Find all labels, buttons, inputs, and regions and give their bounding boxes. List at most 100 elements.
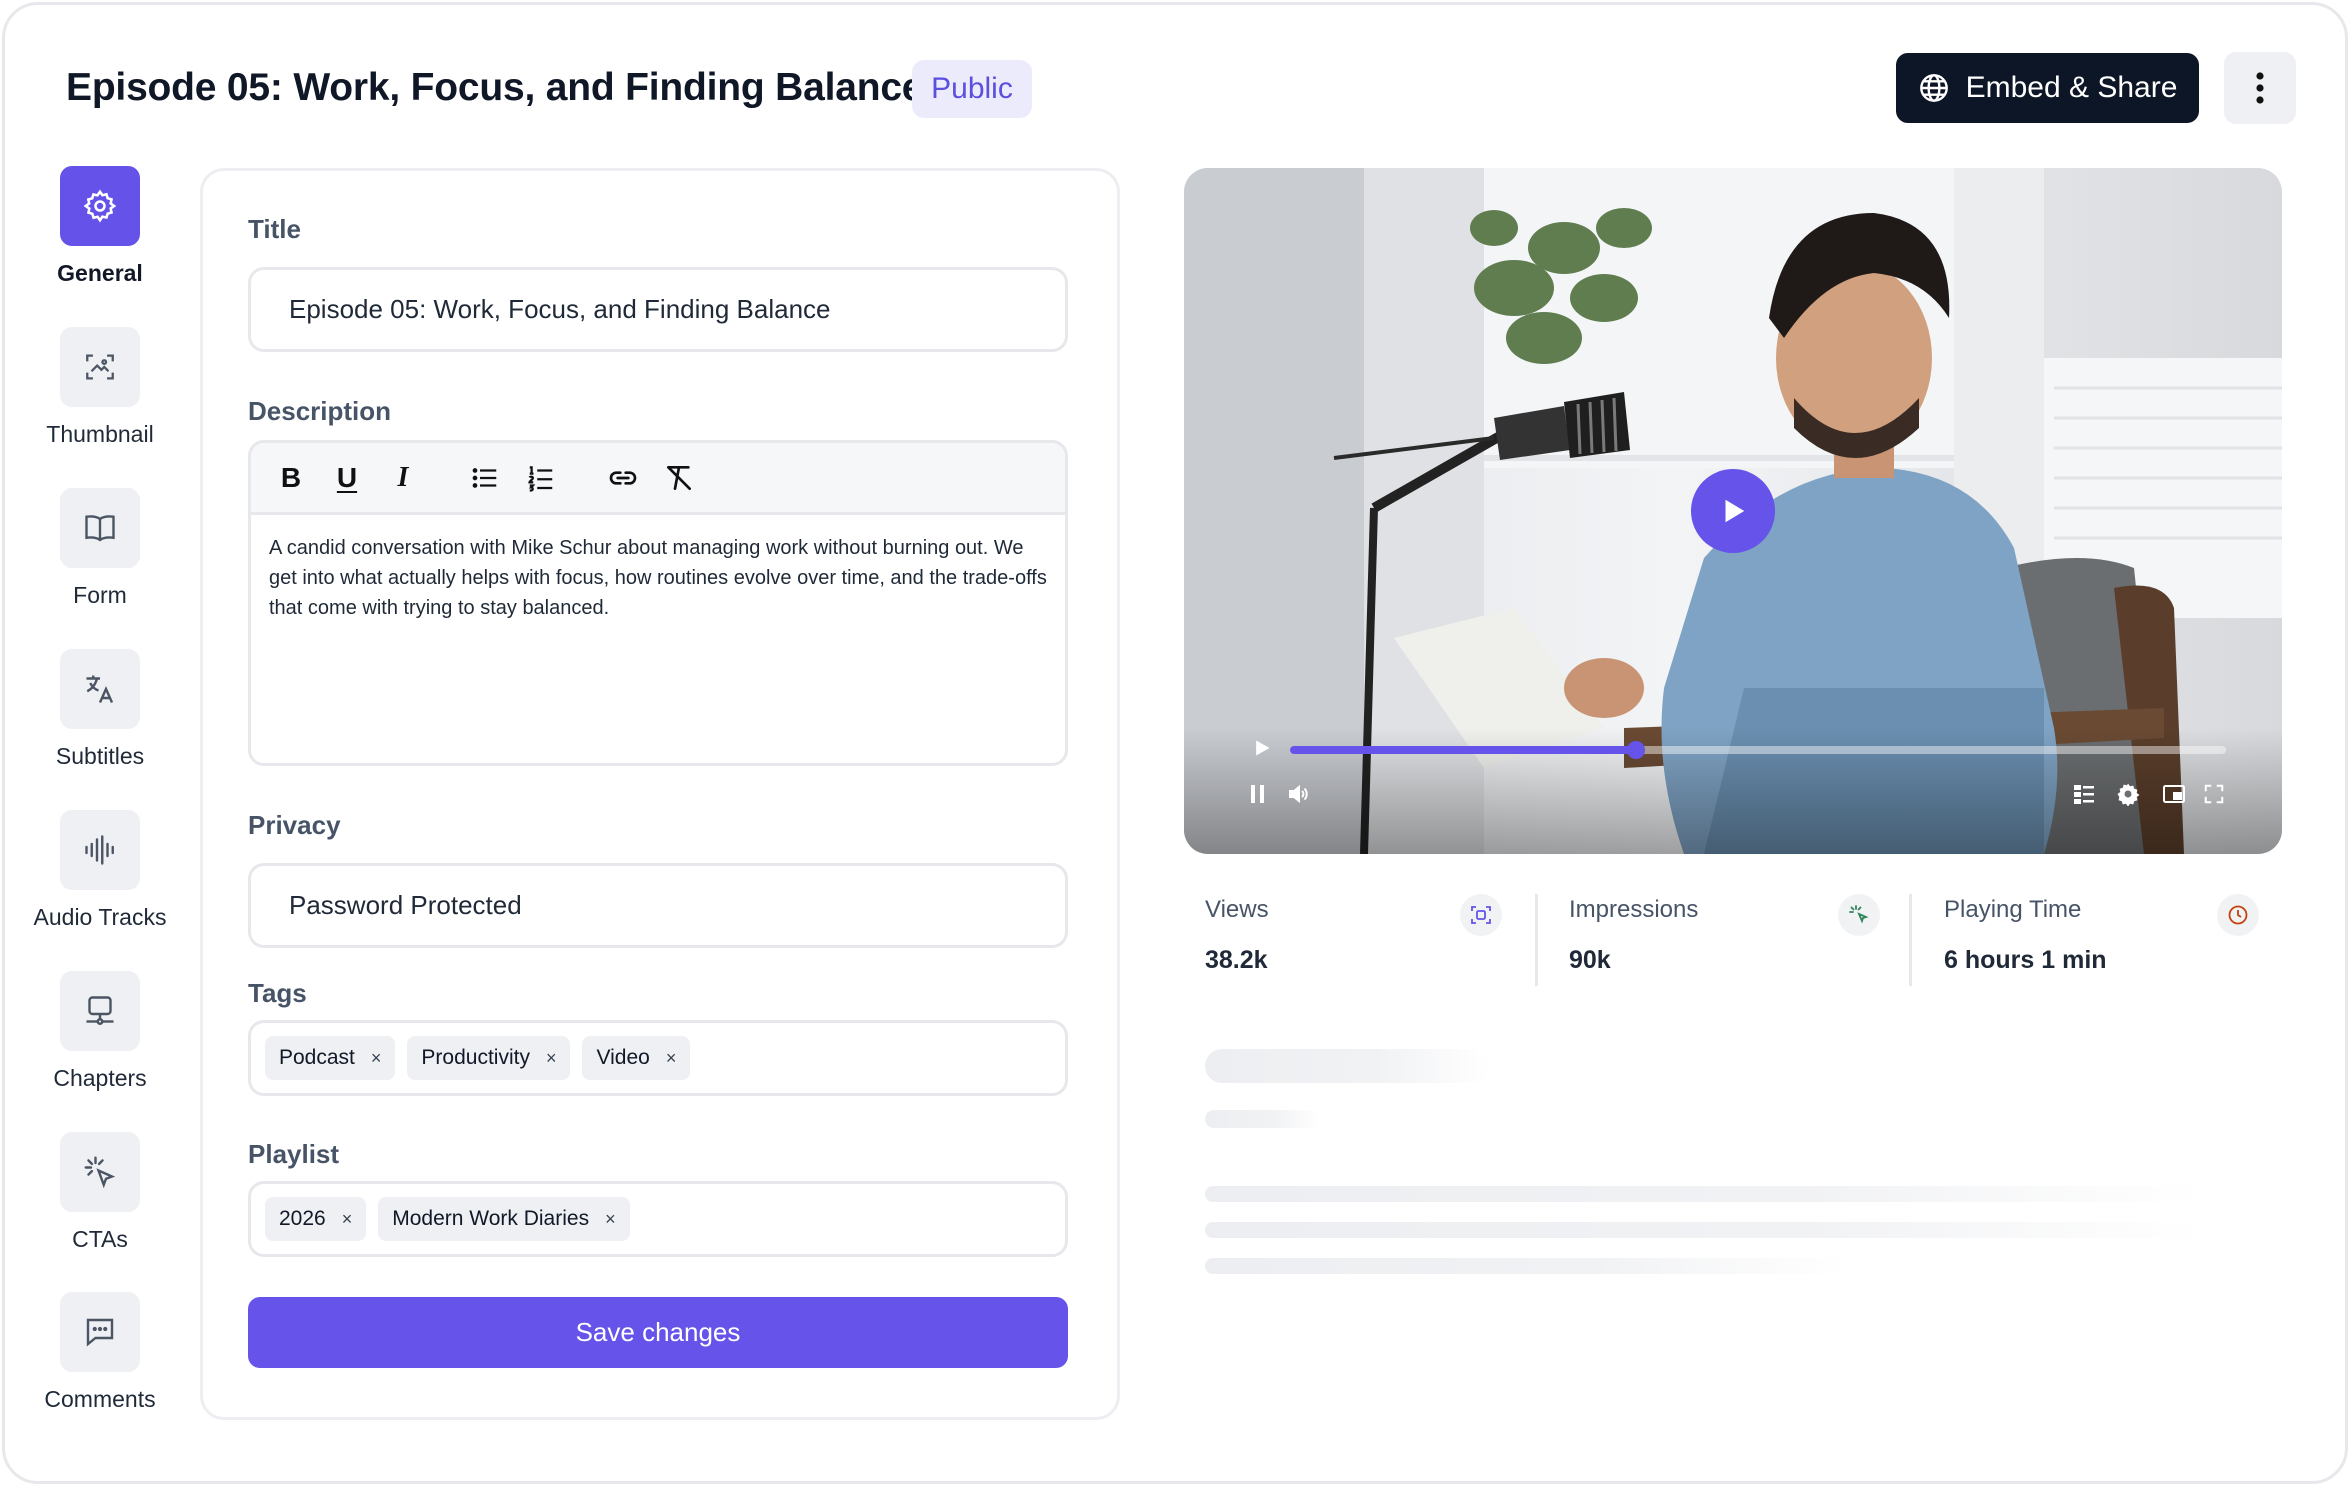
sidebar-item-subtitles[interactable]: Subtitles — [10, 649, 190, 770]
tag-chip: Productivity × — [407, 1036, 571, 1080]
skeleton-line — [1205, 1110, 1320, 1128]
sidebar-item-general[interactable]: General — [10, 166, 190, 287]
sidebar-item-label: Form — [73, 582, 127, 608]
tag-label: Productivity — [421, 1046, 530, 1069]
big-play-button[interactable] — [1691, 469, 1775, 553]
tag-chip: Podcast × — [265, 1036, 396, 1080]
tag-label: Podcast — [279, 1046, 355, 1069]
privacy-value: Password Protected — [289, 890, 522, 920]
image-scan-icon — [60, 327, 140, 407]
sidebar-item-ctas[interactable]: CTAs — [10, 1132, 190, 1253]
stat-playing-time: Playing Time 6 hours 1 min — [1944, 896, 2107, 992]
stat-divider — [1909, 894, 1912, 986]
skeleton-line — [1205, 1258, 1849, 1274]
progress-scrubber[interactable] — [1627, 741, 1645, 759]
progress-fill — [1290, 746, 1636, 754]
play-icon — [1725, 499, 1745, 523]
sidebar-item-form[interactable]: Form — [10, 488, 190, 609]
italic-button[interactable]: I — [385, 460, 421, 496]
clear-format-button[interactable] — [661, 460, 697, 496]
gear-icon — [60, 166, 140, 246]
sidebar-item-comments[interactable]: Comments — [10, 1292, 190, 1413]
title-input[interactable]: Episode 05: Work, Focus, and Finding Bal… — [248, 267, 1068, 352]
picture-in-picture-button[interactable] — [2160, 780, 2188, 808]
numbered-list-icon — [528, 465, 553, 492]
embed-share-button[interactable]: Embed & Share — [1896, 53, 2199, 123]
embed-share-label: Embed & Share — [1965, 71, 2178, 104]
comment-icon — [60, 1292, 140, 1372]
underline-glyph: U — [336, 461, 358, 493]
sidebar-item-label: CTAs — [72, 1226, 128, 1252]
numbered-list-button[interactable] — [523, 460, 559, 496]
skeleton-line — [1205, 1186, 2203, 1202]
description-editor: B U I A candid conversation with Mike Sc… — [248, 440, 1068, 766]
playlist-input[interactable]: 2026 × Modern Work Diaries × — [248, 1181, 1068, 1257]
sidebar-item-label: Thumbnail — [46, 421, 154, 447]
tags-input[interactable]: Podcast × Productivity × Video × — [248, 1020, 1068, 1096]
remove-tag-icon[interactable]: × — [546, 1048, 557, 1069]
remove-tag-icon[interactable]: × — [371, 1048, 382, 1069]
tags-label: Tags — [248, 978, 307, 1008]
save-changes-button[interactable]: Save changes — [248, 1297, 1068, 1368]
kebab-menu-icon — [2256, 72, 2264, 104]
sidebar-item-label: Audio Tracks — [33, 904, 167, 930]
skeleton-line — [1205, 1049, 1490, 1083]
gear-icon — [2117, 783, 2140, 806]
play-icon — [1256, 740, 1270, 756]
stat-value: 90k — [1569, 946, 1611, 974]
pause-button[interactable] — [1246, 782, 1270, 806]
editor-toolbar: B U I — [251, 443, 1065, 515]
more-options-button[interactable] — [2224, 52, 2296, 124]
sidebar-item-label: Comments — [44, 1386, 156, 1412]
stat-value: 38.2k — [1205, 946, 1268, 974]
chapters-list-button[interactable] — [2070, 780, 2098, 808]
waveform-icon — [60, 810, 140, 890]
volume-icon — [1289, 784, 1308, 804]
player-settings-button[interactable] — [2114, 780, 2142, 808]
privacy-label: Privacy — [248, 810, 341, 840]
privacy-select[interactable]: Password Protected — [248, 863, 1068, 948]
stat-value: 6 hours 1 min — [1944, 946, 2107, 974]
skeleton-line — [1205, 1222, 2203, 1238]
remove-playlist-icon[interactable]: × — [342, 1209, 353, 1230]
sidebar-item-thumbnail[interactable]: Thumbnail — [10, 327, 190, 448]
fullscreen-button[interactable] — [2200, 780, 2228, 808]
chapters-icon — [60, 971, 140, 1051]
remove-playlist-icon[interactable]: × — [605, 1209, 616, 1230]
volume-button[interactable] — [1284, 780, 1312, 808]
playlist-chip: 2026 × — [265, 1197, 367, 1241]
cursor-click-icon — [60, 1132, 140, 1212]
fullscreen-icon — [2204, 784, 2224, 804]
remove-tag-icon[interactable]: × — [666, 1048, 677, 1069]
sidebar-item-label: Subtitles — [55, 743, 145, 769]
title-input-value: Episode 05: Work, Focus, and Finding Bal… — [289, 294, 831, 324]
stat-name: Playing Time — [1944, 896, 2082, 923]
play-small-button[interactable] — [1250, 736, 1274, 760]
stat-impressions: Impressions 90k — [1569, 896, 1698, 992]
bold-button[interactable]: B — [273, 460, 309, 496]
sidebar-item-label: General — [57, 260, 143, 286]
book-icon — [60, 488, 140, 568]
stat-name: Views — [1205, 896, 1269, 923]
link-button[interactable] — [605, 460, 641, 496]
sidebar-item-audio-tracks[interactable]: Audio Tracks — [10, 810, 190, 931]
bullet-list-button[interactable] — [467, 460, 503, 496]
sparkle-icon — [1838, 894, 1880, 936]
tag-label: Video — [596, 1046, 650, 1069]
playlist-label: Playlist — [248, 1139, 340, 1169]
list-icon — [2074, 785, 2094, 804]
sidebar-item-label: Chapters — [53, 1065, 147, 1091]
stat-views: Views 38.2k — [1205, 896, 1269, 992]
description-text[interactable]: A candid conversation with Mike Schur ab… — [251, 515, 1065, 641]
tag-chip: Video × — [582, 1036, 691, 1080]
playlist-chip: Modern Work Diaries × — [378, 1197, 630, 1241]
playlist-chip-label: 2026 — [279, 1207, 326, 1230]
scan-icon — [1460, 894, 1502, 936]
translate-icon — [60, 649, 140, 729]
pip-icon — [2163, 785, 2185, 803]
playlist-chip-label: Modern Work Diaries — [392, 1207, 590, 1230]
pause-icon — [1251, 785, 1264, 803]
underline-button[interactable]: U — [329, 460, 365, 496]
clear-format-icon — [667, 465, 691, 490]
sidebar-item-chapters[interactable]: Chapters — [10, 971, 190, 1092]
